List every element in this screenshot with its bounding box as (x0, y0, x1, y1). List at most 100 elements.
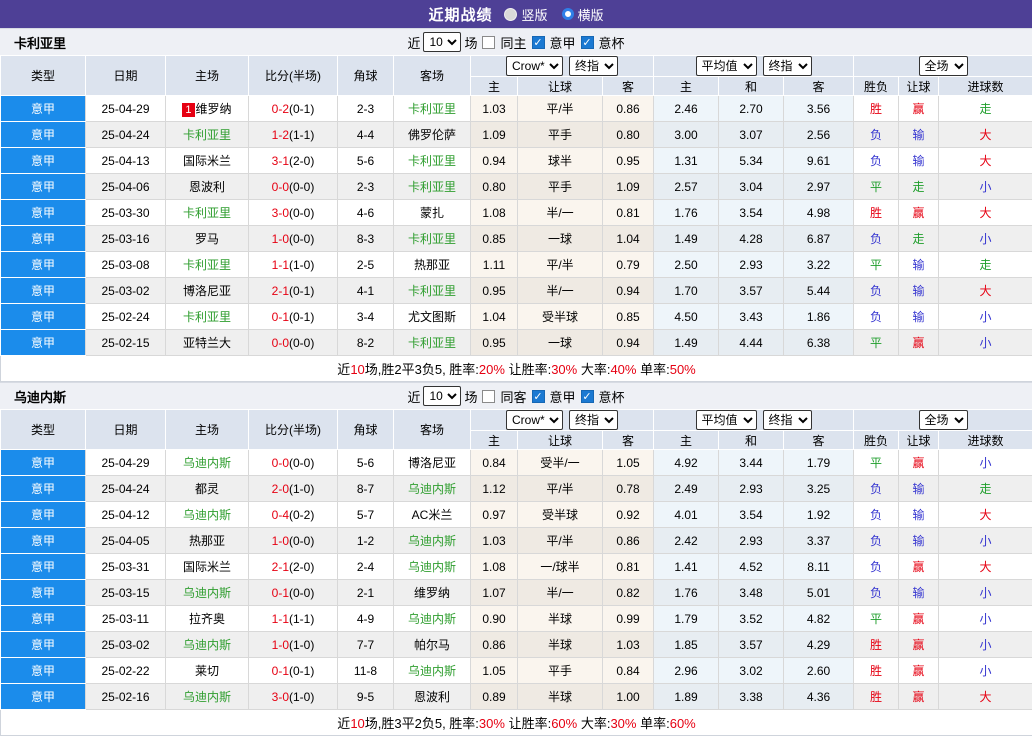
odds-stage-select[interactable]: 终指 (569, 56, 618, 76)
scope-select[interactable]: 全场 (919, 56, 968, 76)
avg-draw-cell: 5.34 (719, 148, 784, 174)
matches-table-udinese: 类型 日期 主场 比分(半场) 角球 客场 Crow* 终指 平均值 终指 全场 (0, 409, 1032, 736)
score-cell: 1-2(1-1) (249, 122, 338, 148)
filter-controls: 近 10 场 同主 意甲 意杯 (407, 32, 624, 52)
italy-cup-checkbox[interactable] (581, 36, 594, 49)
result-wdl-cell: 负 (854, 226, 899, 252)
away-team-cell: 卡利亚里 (394, 226, 471, 252)
result-wdl-cell: 平 (854, 450, 899, 476)
recent-count-select[interactable]: 10 (423, 32, 461, 52)
away-team-cell: 乌迪内斯 (394, 554, 471, 580)
layout-radio-horizontal[interactable]: 横版 (562, 5, 604, 24)
layout-horizontal-label: 横版 (578, 5, 604, 24)
result-handicap-cell: 输 (899, 252, 939, 278)
team-label: 帕尔马 (414, 638, 450, 652)
handicap-cell: 一球 (518, 226, 603, 252)
italy-cup-checkbox[interactable] (581, 390, 594, 403)
score-cell: 0-2(0-1) (249, 96, 338, 122)
sub-avg-away: 客 (784, 431, 854, 450)
avg-home-cell: 4.50 (654, 304, 719, 330)
odds-away-cell: 0.86 (603, 528, 654, 554)
avg-home-cell: 2.46 (654, 96, 719, 122)
date-cell: 25-04-29 (86, 450, 166, 476)
summary-segment: 让胜率: (505, 362, 551, 377)
league-cell: 意甲 (1, 304, 86, 330)
team-label: 佛罗伦萨 (408, 128, 456, 142)
result-goals-cell: 小 (939, 580, 1032, 606)
team-label: 博洛尼亚 (183, 284, 231, 298)
handicap-cell: 平/半 (518, 528, 603, 554)
match-row: 意甲25-04-05热那亚1-0(0-0)1-2乌迪内斯1.03平/半0.862… (1, 528, 1032, 554)
italy-cup-label: 意杯 (599, 33, 625, 52)
avg-home-cell: 1.31 (654, 148, 719, 174)
fulltime-score: 0-2 (272, 102, 289, 116)
league-cell: 意甲 (1, 174, 86, 200)
scope-select[interactable]: 全场 (919, 410, 968, 430)
result-wdl-cell: 负 (854, 476, 899, 502)
team-label: 乌迪内斯 (408, 482, 456, 496)
avg-group-header: 平均值 终指 (654, 56, 854, 77)
summary-segment: 50% (670, 362, 696, 377)
avg-draw-cell: 3.04 (719, 174, 784, 200)
recent-count-select[interactable]: 10 (423, 386, 461, 406)
odds-company-select[interactable]: Crow* (506, 410, 563, 430)
league-cell: 意甲 (1, 476, 86, 502)
avg-stage-select[interactable]: 终指 (763, 56, 812, 76)
league-cell: 意甲 (1, 606, 86, 632)
team-label: 卡利亚里 (408, 284, 456, 298)
corner-cell: 2-5 (338, 252, 394, 278)
handicap-cell: 平/半 (518, 96, 603, 122)
avg-source-select[interactable]: 平均值 (696, 410, 757, 430)
date-cell: 25-04-05 (86, 528, 166, 554)
result-goals-cell: 小 (939, 304, 1032, 330)
match-row: 意甲25-02-16乌迪内斯3-0(1-0)9-5恩波利0.89半球1.001.… (1, 684, 1032, 710)
sub-away: 客 (603, 431, 654, 450)
col-date: 日期 (86, 410, 166, 450)
serie-a-checkbox[interactable] (532, 390, 545, 403)
radio-unselected-icon[interactable] (562, 8, 574, 20)
team-label: 热那亚 (414, 258, 450, 272)
games-label: 场 (464, 33, 477, 52)
odds-stage-select[interactable]: 终指 (569, 410, 618, 430)
corner-cell: 11-8 (338, 658, 394, 684)
same-venue-checkbox[interactable] (482, 36, 495, 49)
avg-source-select[interactable]: 平均值 (696, 56, 757, 76)
halftime-score: (0-1) (289, 284, 314, 298)
radio-selected-icon[interactable] (504, 8, 517, 21)
sub-home: 主 (471, 431, 518, 450)
odds-company-select[interactable]: Crow* (506, 56, 563, 76)
avg-draw-cell: 2.70 (719, 96, 784, 122)
result-handicap-cell: 赢 (899, 632, 939, 658)
result-goals-cell: 大 (939, 200, 1032, 226)
avg-away-cell: 5.01 (784, 580, 854, 606)
odds-away-cell: 0.80 (603, 122, 654, 148)
serie-a-checkbox[interactable] (532, 36, 545, 49)
result-wdl-cell: 负 (854, 528, 899, 554)
col-score: 比分(半场) (249, 410, 338, 450)
corner-cell: 8-7 (338, 476, 394, 502)
score-cell: 2-0(1-0) (249, 476, 338, 502)
away-team-cell: 帕尔马 (394, 632, 471, 658)
avg-stage-select[interactable]: 终指 (763, 410, 812, 430)
team-label: 卡利亚里 (408, 336, 456, 350)
same-venue-checkbox[interactable] (482, 390, 495, 403)
match-row: 意甲25-04-29乌迪内斯0-0(0-0)5-6博洛尼亚0.84受半/一1.0… (1, 450, 1032, 476)
score-cell: 0-0(0-0) (249, 450, 338, 476)
avg-away-cell: 4.98 (784, 200, 854, 226)
away-team-cell: 乌迪内斯 (394, 606, 471, 632)
team-label: 乌迪内斯 (183, 638, 231, 652)
home-team-cell: 罗马 (166, 226, 249, 252)
result-wdl-cell: 负 (854, 278, 899, 304)
result-goals-cell: 走 (939, 252, 1032, 278)
date-cell: 25-04-13 (86, 148, 166, 174)
sub-goals: 进球数 (939, 77, 1032, 96)
match-row: 意甲25-03-16罗马1-0(0-0)8-3卡利亚里0.85一球1.041.4… (1, 226, 1032, 252)
layout-radio-vertical[interactable]: 竖版 (504, 5, 547, 24)
corner-cell: 5-6 (338, 148, 394, 174)
league-cell: 意甲 (1, 278, 86, 304)
avg-draw-cell: 2.93 (719, 252, 784, 278)
avg-away-cell: 8.11 (784, 554, 854, 580)
avg-home-cell: 2.57 (654, 174, 719, 200)
corner-cell: 2-1 (338, 580, 394, 606)
fulltime-score: 0-0 (272, 456, 289, 470)
